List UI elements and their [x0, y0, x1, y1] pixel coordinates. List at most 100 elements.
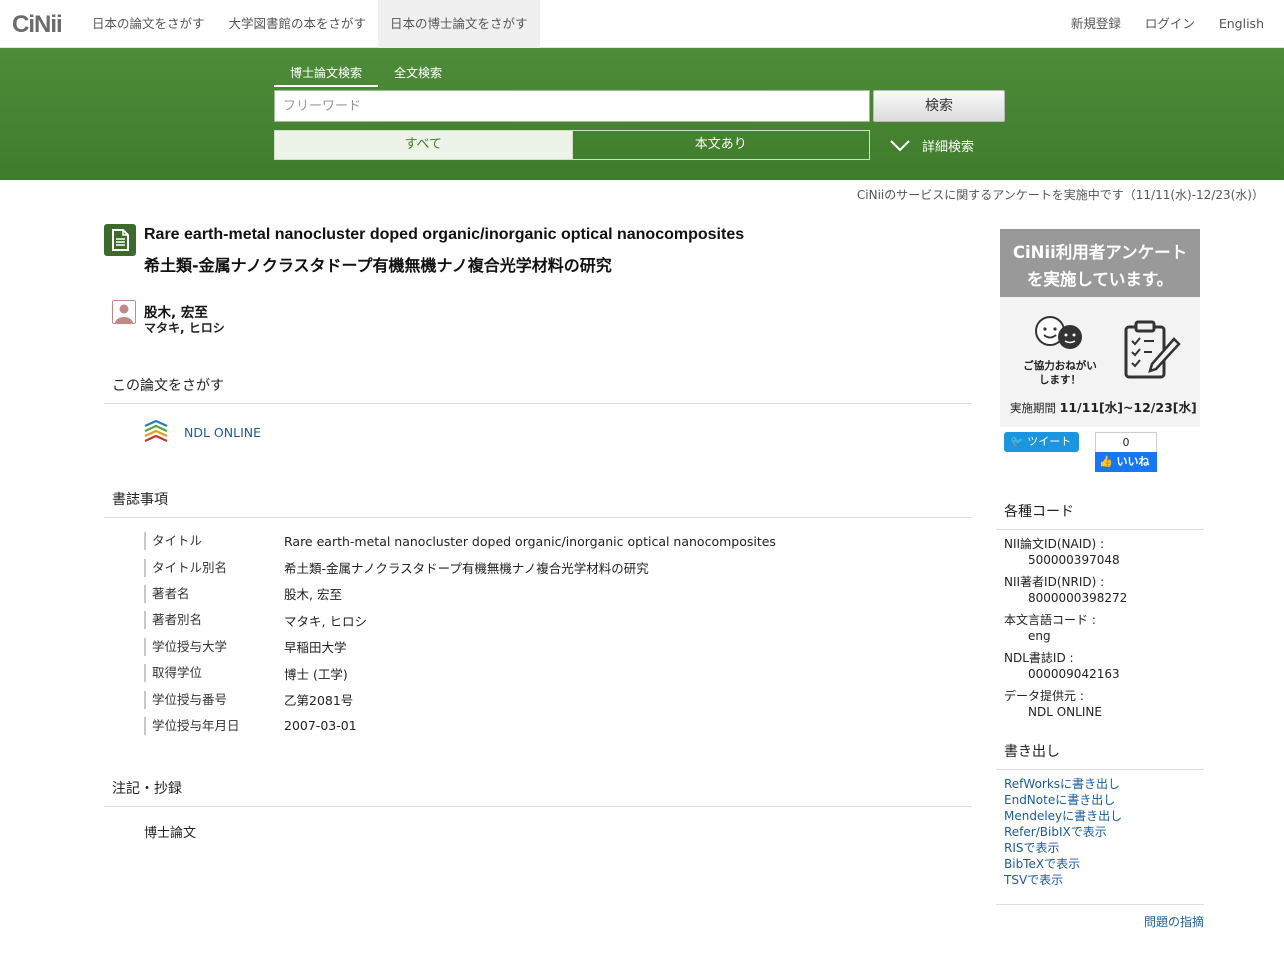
- cinii-logo[interactable]: CiNii: [12, 11, 63, 39]
- export-endnote-link[interactable]: EndNoteに書き出し: [1004, 792, 1122, 808]
- bib-key: 学位授与大学: [144, 637, 284, 656]
- bib-row: タイトル Rare earth-metal nanocluster doped o…: [144, 528, 972, 554]
- export-mendeley-link[interactable]: Mendeleyに書き出し: [1004, 808, 1122, 824]
- bib-row: 取得学位 博士 (工学): [144, 660, 972, 686]
- code-value: 8000000398272: [1028, 591, 1128, 605]
- like-button[interactable]: 👍 いいね: [1095, 452, 1157, 472]
- chevron-down-icon: [890, 139, 910, 151]
- identifier-codes: NII論文ID(NAID) : 500000397048 NII著者ID(NRI…: [1004, 536, 1204, 726]
- bib-value: マタキ, ヒロシ: [284, 613, 367, 629]
- bib-key: タイトル: [144, 532, 284, 551]
- fulltext-filter: すべて 本文あり: [274, 130, 870, 160]
- search-input[interactable]: [274, 90, 870, 122]
- bib-key: タイトル別名: [144, 558, 284, 577]
- ndl-online-link[interactable]: NDL ONLINE: [184, 425, 261, 440]
- code-key: NDL書誌ID :: [1004, 651, 1074, 665]
- code-value: 000009042163: [1028, 667, 1120, 681]
- tab-fulltext-search[interactable]: 全文検索: [378, 64, 458, 87]
- search-band: 博士論文検索 全文検索 検索 すべて 本文あり 詳細検索: [0, 48, 1284, 180]
- banner-period-dates: 11/11[水]~12/23[水]: [1059, 400, 1197, 415]
- nav-tab-dissertations[interactable]: 日本の博士論文をさがす: [378, 0, 540, 48]
- document-icon: [104, 224, 136, 256]
- bib-value: 希土類-金属ナノクラスタドープ有機無機ナノ複合光学材料の研究: [284, 561, 649, 577]
- bib-value: Rare earth-metal nanocluster doped organ…: [284, 533, 776, 549]
- clipboard-checklist-icon: [1124, 320, 1181, 379]
- code-key: 本文言語コード :: [1004, 613, 1096, 627]
- bib-value: 乙第2081号: [284, 693, 354, 709]
- code-value: NDL ONLINE: [1028, 705, 1102, 719]
- codes-heading: 各種コード: [996, 501, 1204, 530]
- nav-tab-articles[interactable]: 日本の論文をさがす: [80, 0, 217, 48]
- bib-value: 2007-03-01: [284, 718, 357, 734]
- export-heading: 書き出し: [996, 741, 1204, 770]
- code-value: eng: [1028, 629, 1051, 643]
- author-name[interactable]: 股木, 宏至: [144, 301, 208, 321]
- bib-row: 学位授与年月日 2007-03-01: [144, 713, 972, 739]
- banner-period: 実施期間 11/11[水]~12/23[水]: [1010, 397, 1197, 416]
- ndl-online-row: NDL ONLINE: [144, 420, 261, 444]
- bib-row: 学位授与大学 早稲田大学: [144, 634, 972, 660]
- search-mode-tabs: 博士論文検索 全文検索: [274, 64, 458, 87]
- bib-key: 取得学位: [144, 664, 284, 683]
- export-refworks-link[interactable]: RefWorksに書き出し: [1004, 776, 1122, 792]
- register-link[interactable]: 新規登録: [1059, 0, 1133, 48]
- author-icon: [112, 300, 136, 324]
- survey-banner[interactable]: CiNii利用者アンケート を実施しています。 ご協力おねがい します！ 実施期…: [1000, 229, 1200, 427]
- tweet-label: ツイート: [1027, 435, 1072, 448]
- banner-period-label: 実施期間: [1010, 401, 1056, 415]
- like-label: いいね: [1116, 455, 1150, 468]
- facebook-like-widget: 0 👍 いいね: [1095, 432, 1157, 472]
- twitter-bird-icon: 🐦: [1010, 435, 1024, 448]
- export-refer-link[interactable]: Refer/BibIXで表示: [1004, 824, 1122, 840]
- advanced-search-toggle[interactable]: 詳細検索: [890, 136, 974, 155]
- report-problem-link[interactable]: 問題の指摘: [1144, 913, 1204, 930]
- bib-value: 博士 (工学): [284, 666, 348, 682]
- english-link[interactable]: English: [1207, 0, 1276, 48]
- survey-notice[interactable]: CiNiiのサービスに関するアンケートを実施中です（11/11(水)-12/23…: [857, 186, 1264, 203]
- banner-msg-line1: ご協力おねがい: [1023, 360, 1097, 372]
- bib-key: 学位授与番号: [144, 690, 284, 709]
- code-value: 500000397048: [1028, 553, 1120, 567]
- bib-key: 学位授与年月日: [144, 716, 284, 735]
- export-tsv-link[interactable]: TSVで表示: [1004, 872, 1122, 888]
- chat-bubbles-icon: [1035, 316, 1082, 349]
- export-bibtex-link[interactable]: BibTeXで表示: [1004, 856, 1122, 872]
- login-link[interactable]: ログイン: [1133, 0, 1207, 48]
- banner-message: ご協力おねがい します！: [1020, 359, 1100, 387]
- like-count: 0: [1095, 432, 1157, 452]
- account-links: 新規登録 ログイン English: [1059, 0, 1276, 48]
- section-heading-search-this: この論文をさがす: [104, 375, 972, 404]
- advanced-search-label: 詳細検索: [922, 140, 975, 155]
- bib-value: 股木, 宏至: [284, 587, 342, 603]
- top-navbar: CiNii 日本の論文をさがす 大学図書館の本をさがす 日本の博士論文をさがす …: [0, 0, 1284, 48]
- export-ris-link[interactable]: RISで表示: [1004, 840, 1122, 856]
- banner-heading: CiNii利用者アンケート を実施しています。: [1000, 229, 1200, 297]
- ndl-logo-icon: [144, 420, 168, 443]
- bib-key: 著者名: [144, 584, 284, 603]
- tab-dissertation-search[interactable]: 博士論文検索: [274, 64, 379, 87]
- code-key: NII論文ID(NAID) :: [1004, 537, 1105, 551]
- banner-line2: を実施しています。: [1026, 270, 1174, 289]
- filter-all[interactable]: すべて: [275, 131, 572, 159]
- bib-value: 早稲田大学: [284, 640, 347, 656]
- export-links: RefWorksに書き出し EndNoteに書き出し Mendeleyに書き出し…: [1004, 776, 1122, 888]
- nav-tab-books[interactable]: 大学図書館の本をさがす: [217, 0, 379, 48]
- banner-msg-line2: します！: [1039, 374, 1081, 386]
- bib-row: 学位授与番号 乙第2081号: [144, 686, 972, 712]
- author-name-kana: マタキ, ヒロシ: [144, 321, 225, 335]
- code-key: データ提供元 :: [1004, 689, 1084, 703]
- thumbs-up-icon: 👍: [1099, 455, 1113, 468]
- notes-value: 博士論文: [144, 826, 197, 841]
- code-key: NII著者ID(NRID) :: [1004, 575, 1105, 589]
- bib-key: 著者別名: [144, 611, 284, 630]
- section-heading-bibliography: 書誌事項: [104, 489, 972, 518]
- filter-with-fulltext[interactable]: 本文あり: [571, 131, 870, 159]
- article-title-en: Rare earth-metal nanocluster doped organ…: [144, 226, 745, 243]
- divider: [996, 904, 1204, 905]
- service-tabs: 日本の論文をさがす 大学図書館の本をさがす 日本の博士論文をさがす: [80, 0, 540, 48]
- bib-row: 著者名 股木, 宏至: [144, 581, 972, 607]
- search-button[interactable]: 検索: [873, 90, 1005, 122]
- section-heading-notes: 注記・抄録: [104, 778, 972, 807]
- article-title-ja: 希土類-金属ナノクラスタドープ有機無機ナノ複合光学材料の研究: [144, 256, 612, 275]
- tweet-button[interactable]: 🐦 ツイート: [1004, 432, 1079, 452]
